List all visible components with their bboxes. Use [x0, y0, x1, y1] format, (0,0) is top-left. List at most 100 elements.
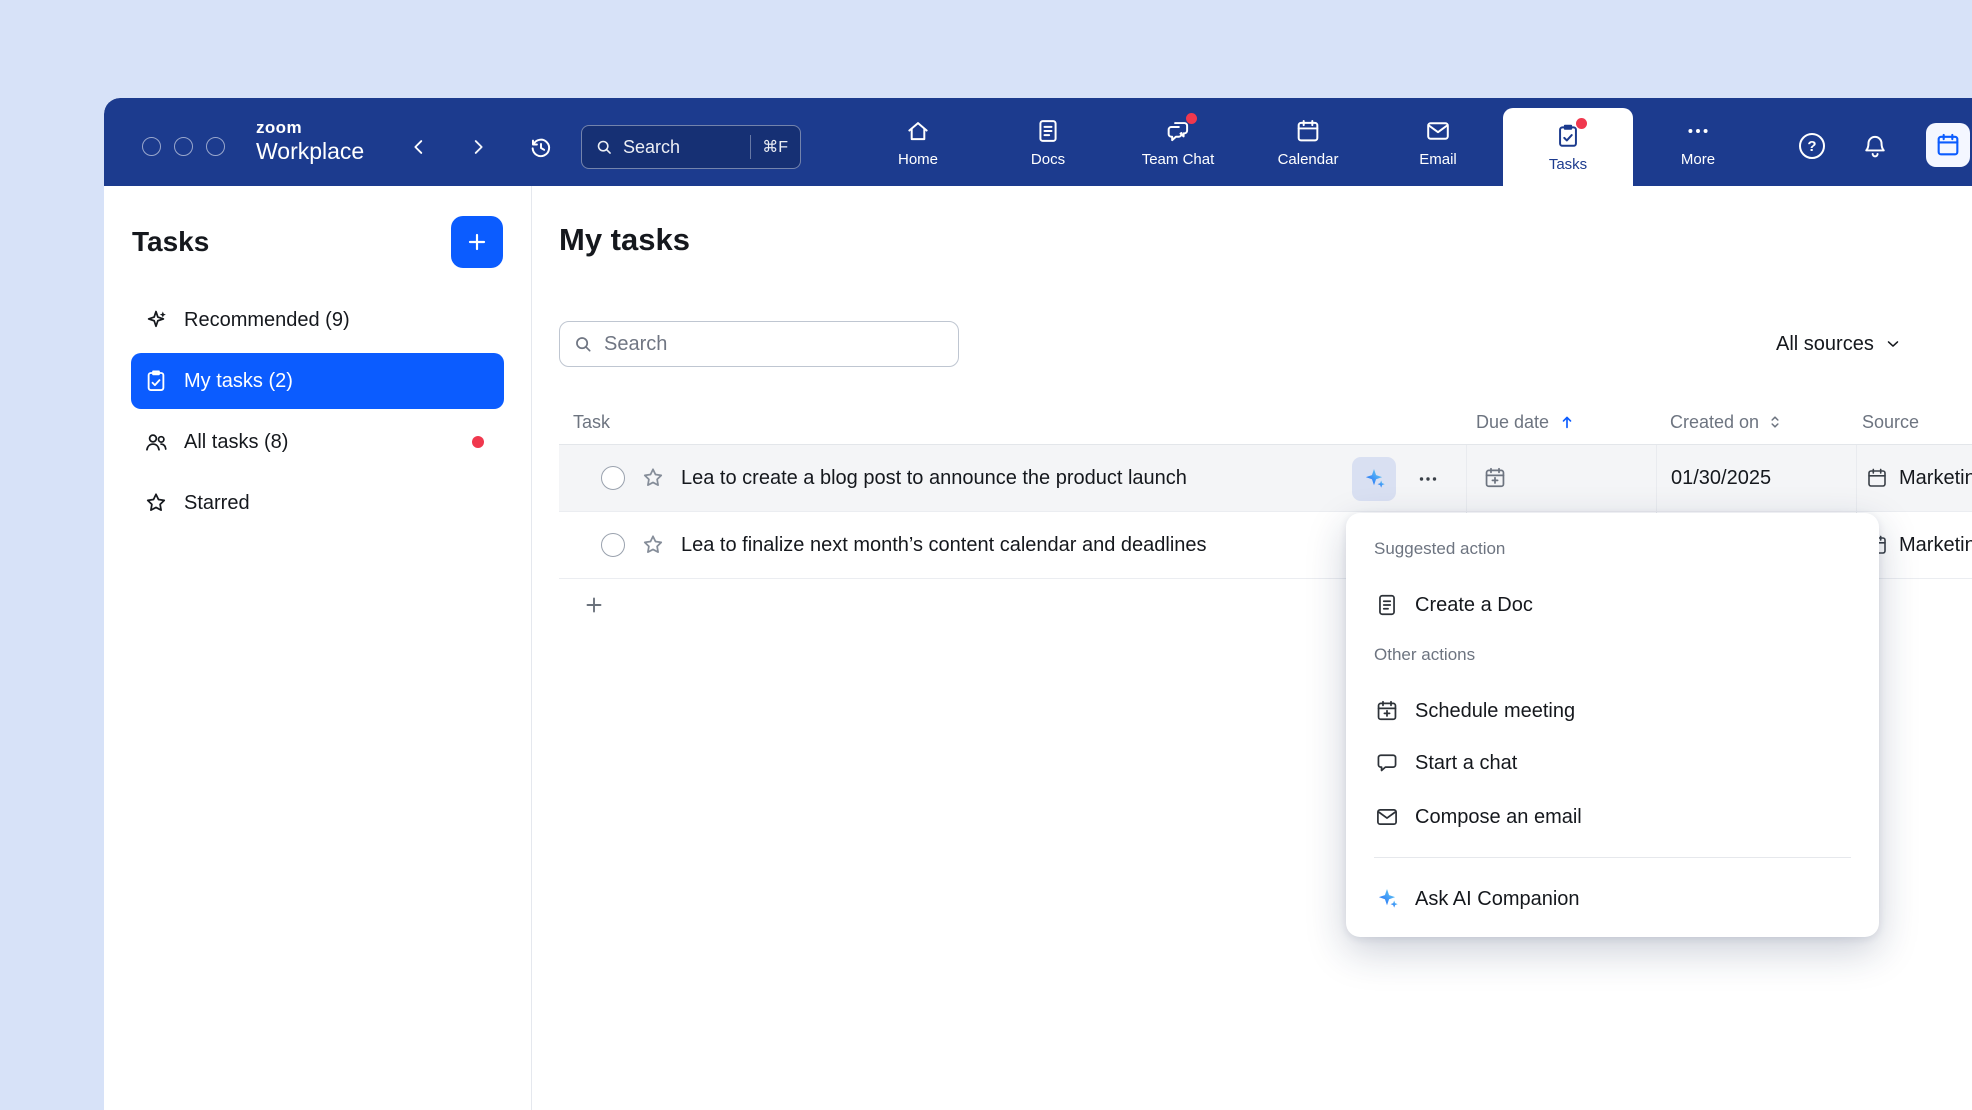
- nav-tab-label: Tasks: [1549, 156, 1587, 173]
- calendar-icon: [1294, 117, 1322, 145]
- nav-tab-label: More: [1681, 151, 1715, 168]
- window-controls: [142, 137, 225, 156]
- column-header-created-on[interactable]: Created on: [1656, 412, 1856, 433]
- calendar-icon: [1934, 131, 1962, 159]
- sources-filter-dropdown[interactable]: All sources: [1776, 321, 1902, 367]
- sources-filter-value: All sources: [1776, 333, 1874, 356]
- column-header-task[interactable]: Task: [559, 412, 1466, 433]
- ai-sparkle-icon: [1361, 466, 1387, 492]
- column-header-due-date[interactable]: Due date: [1466, 412, 1656, 433]
- sort-both-icon: [1765, 412, 1785, 432]
- back-button[interactable]: [408, 136, 430, 158]
- sidebar-header: Tasks: [104, 186, 531, 268]
- team-chat-notification-dot: [1186, 113, 1197, 124]
- team-chat-icon: [1164, 117, 1192, 145]
- calendar-date-widget[interactable]: [1926, 123, 1970, 167]
- task-title: Lea to create a blog post to announce th…: [681, 467, 1187, 490]
- people-icon: [143, 429, 169, 455]
- table-header-row: Task Due date Created on Source: [559, 400, 1972, 445]
- sidebar-item-starred[interactable]: Starred: [131, 475, 504, 531]
- task-cell: Lea to create a blog post to announce th…: [559, 445, 1466, 511]
- sparkles-icon: [143, 307, 169, 333]
- chat-bubble-icon: [1374, 750, 1400, 776]
- menu-item-ask-ai-companion[interactable]: Ask AI Companion: [1374, 881, 1851, 917]
- plus-icon: [464, 229, 490, 255]
- source-value: Marketing: [1899, 534, 1972, 557]
- zoom-workplace-logo: zoom Workplace: [256, 118, 364, 164]
- ai-companion-button[interactable]: [1352, 457, 1396, 501]
- recents-button[interactable]: [528, 135, 554, 161]
- tasks-icon: [1554, 122, 1582, 150]
- menu-item-label: Start a chat: [1415, 752, 1517, 775]
- nav-tab-team-chat[interactable]: Team Chat: [1113, 98, 1243, 186]
- nav-tab-tasks[interactable]: Tasks: [1503, 108, 1633, 186]
- notifications-button[interactable]: [1861, 132, 1889, 160]
- window-control-close[interactable]: [142, 137, 161, 156]
- task-actions-popover: Suggested action Create a Doc Other acti…: [1346, 513, 1879, 937]
- column-header-source[interactable]: Source: [1856, 412, 1972, 433]
- tasks-search-input[interactable]: [604, 333, 946, 356]
- ellipsis-icon: [1416, 467, 1440, 491]
- menu-item-schedule-meeting[interactable]: Schedule meeting: [1374, 693, 1851, 729]
- menu-item-label: Create a Doc: [1415, 594, 1533, 617]
- sidebar-item-label: Recommended (9): [184, 309, 350, 332]
- menu-item-create-doc[interactable]: Create a Doc: [1374, 587, 1851, 623]
- nav-tab-label: Email: [1419, 151, 1457, 168]
- nav-tab-home[interactable]: Home: [853, 98, 983, 186]
- window-control-maximize[interactable]: [206, 137, 225, 156]
- task-complete-checkbox[interactable]: [601, 466, 625, 490]
- task-row-1[interactable]: Lea to create a blog post to announce th…: [559, 445, 1972, 512]
- plus-icon: [582, 593, 606, 617]
- global-search[interactable]: Search ⌘F: [581, 125, 801, 169]
- due-date-cell[interactable]: [1466, 445, 1656, 511]
- forward-button[interactable]: [467, 136, 489, 158]
- email-icon: [1374, 804, 1400, 830]
- sidebar-item-label: All tasks (8): [184, 431, 288, 454]
- sort-ascending-icon: [1557, 412, 1577, 432]
- nav-tab-label: Home: [898, 151, 938, 168]
- email-icon: [1424, 117, 1452, 145]
- calendar-plus-icon: [1374, 698, 1400, 724]
- search-icon: [594, 137, 614, 157]
- menu-item-compose-email[interactable]: Compose an email: [1374, 799, 1851, 835]
- nav-tab-docs[interactable]: Docs: [983, 98, 1113, 186]
- nav-tab-calendar[interactable]: Calendar: [1243, 98, 1373, 186]
- star-icon: [143, 490, 169, 516]
- sidebar-title: Tasks: [132, 226, 209, 258]
- nav-tab-label: Team Chat: [1142, 151, 1215, 168]
- more-icon: [1684, 117, 1712, 145]
- sidebar-item-all-tasks[interactable]: All tasks (8): [131, 414, 504, 470]
- star-icon[interactable]: [640, 532, 666, 558]
- task-complete-checkbox[interactable]: [601, 533, 625, 557]
- nav-tab-label: Docs: [1031, 151, 1065, 168]
- nav-tab-more[interactable]: More: [1633, 98, 1763, 186]
- chevron-left-icon: [408, 136, 430, 158]
- nav-tab-email[interactable]: Email: [1373, 98, 1503, 186]
- source-cell: Marketing: [1856, 445, 1972, 511]
- suggested-action-label: Suggested action: [1374, 539, 1851, 559]
- chevron-right-icon: [467, 136, 489, 158]
- global-search-placeholder: Search: [623, 137, 680, 158]
- docs-icon: [1034, 117, 1062, 145]
- history-nav: [408, 136, 489, 158]
- history-icon: [528, 135, 554, 161]
- sidebar-item-recommended[interactable]: Recommended (9): [131, 292, 504, 348]
- tasks-search[interactable]: [559, 321, 959, 367]
- menu-item-label: Schedule meeting: [1415, 700, 1575, 723]
- help-button[interactable]: ?: [1799, 133, 1825, 159]
- window-control-minimize[interactable]: [174, 137, 193, 156]
- sidebar-item-my-tasks[interactable]: My tasks (2): [131, 353, 504, 409]
- created-on-cell: 01/30/2025: [1656, 445, 1856, 511]
- bell-icon: [1861, 132, 1889, 160]
- doc-icon: [1374, 592, 1400, 618]
- other-actions-label: Other actions: [1374, 645, 1851, 665]
- add-task-button[interactable]: [451, 216, 503, 268]
- sidebar-item-label: My tasks (2): [184, 370, 293, 393]
- menu-item-start-chat[interactable]: Start a chat: [1374, 745, 1851, 781]
- sidebar-item-label: Starred: [184, 492, 250, 515]
- question-icon: ?: [1807, 138, 1816, 155]
- nav-tab-label: Calendar: [1278, 151, 1339, 168]
- row-more-button[interactable]: [1414, 466, 1442, 492]
- star-icon[interactable]: [640, 465, 666, 491]
- home-icon: [904, 117, 932, 145]
